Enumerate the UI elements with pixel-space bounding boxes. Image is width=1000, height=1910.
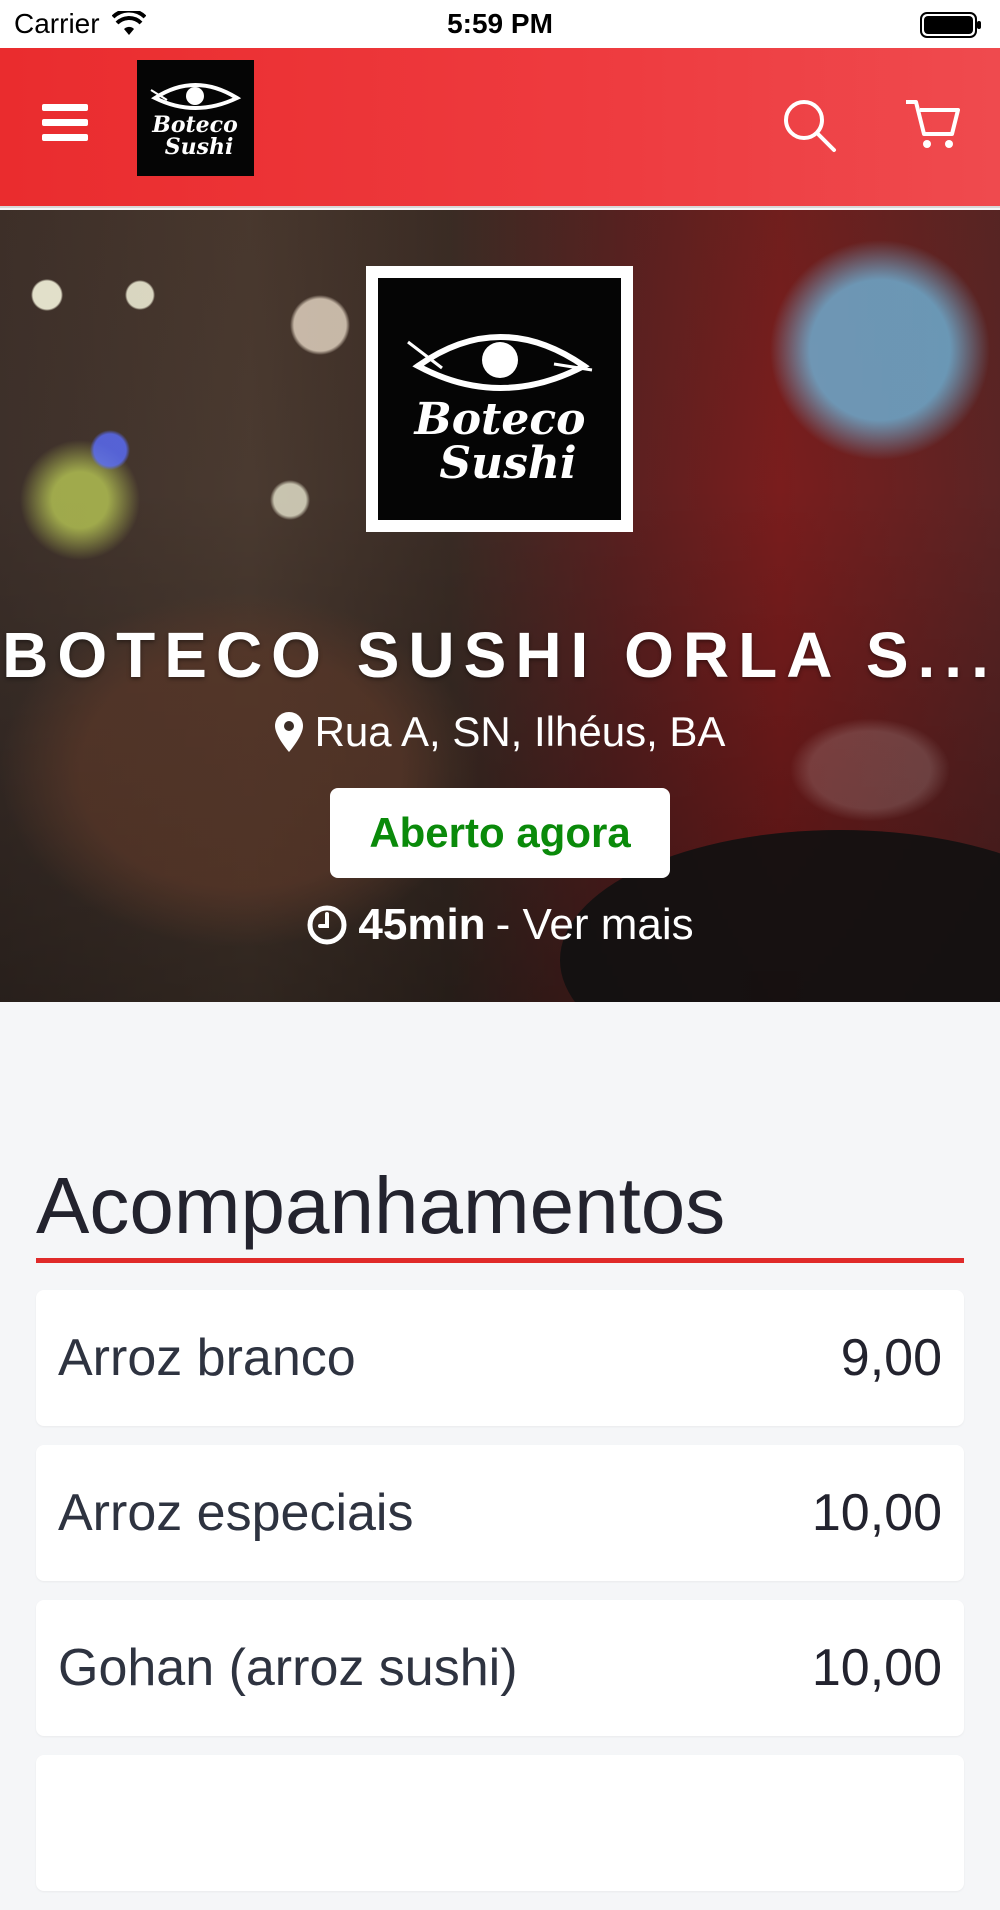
menu-item-name: Arroz especiais [58,1484,414,1542]
section-divider [36,1258,964,1263]
app-header: Boteco Sushi [0,48,1000,208]
menu-item[interactable]: Arroz especiais 10,00 [36,1445,964,1581]
section-title: Acompanhamentos [36,1161,726,1250]
boteco-sushi-logo[interactable]: Boteco Sushi [137,60,254,176]
delivery-time: 45min [358,900,486,949]
clock-icon [307,905,347,945]
svg-text:Sushi: Sushi [165,134,234,160]
status-bar: Carrier 5:59 PM [0,0,1000,48]
menu-item-name: Gohan (arroz sushi) [58,1639,518,1697]
address-text: Rua A, SN, Ilhéus, BA [314,708,726,755]
restaurant-name: BOTECO SUSHI ORLA S... [2,619,998,691]
menu-item-price: 10,00 [811,1639,942,1697]
menu-item-partial[interactable] [36,1755,964,1891]
status-time: 5:59 PM [447,8,553,39]
menu-item-price: 10,00 [811,1484,942,1542]
open-status-badge: Aberto agora [330,788,670,878]
battery-icon [920,12,981,38]
menu-item[interactable]: Gohan (arroz sushi) 10,00 [36,1600,964,1736]
cart-icon[interactable] [902,94,960,152]
restaurant-logo-frame: Boteco Sushi [366,266,633,532]
menu-item-name: Arroz branco [58,1329,356,1387]
hamburger-menu-icon[interactable] [42,104,88,142]
see-more-link[interactable]: - Ver mais [496,900,694,950]
delivery-time-row[interactable]: 45min - Ver mais [0,900,1000,950]
menu-item[interactable]: Arroz branco 9,00 [36,1290,964,1426]
restaurant-logo: Boteco Sushi [378,278,621,520]
menu-item-list: Arroz branco 9,00 Arroz especiais 10,00 … [36,1290,964,1910]
svg-text:Sushi: Sushi [439,438,576,489]
location-pin-icon [274,712,303,752]
restaurant-address: Rua A, SN, Ilhéus, BA [0,708,1000,756]
search-icon[interactable] [780,96,838,154]
menu-item-price: 9,00 [840,1329,942,1387]
restaurant-hero: Boteco Sushi BOTECO SUSHI ORLA S... Rua … [0,210,1000,1002]
